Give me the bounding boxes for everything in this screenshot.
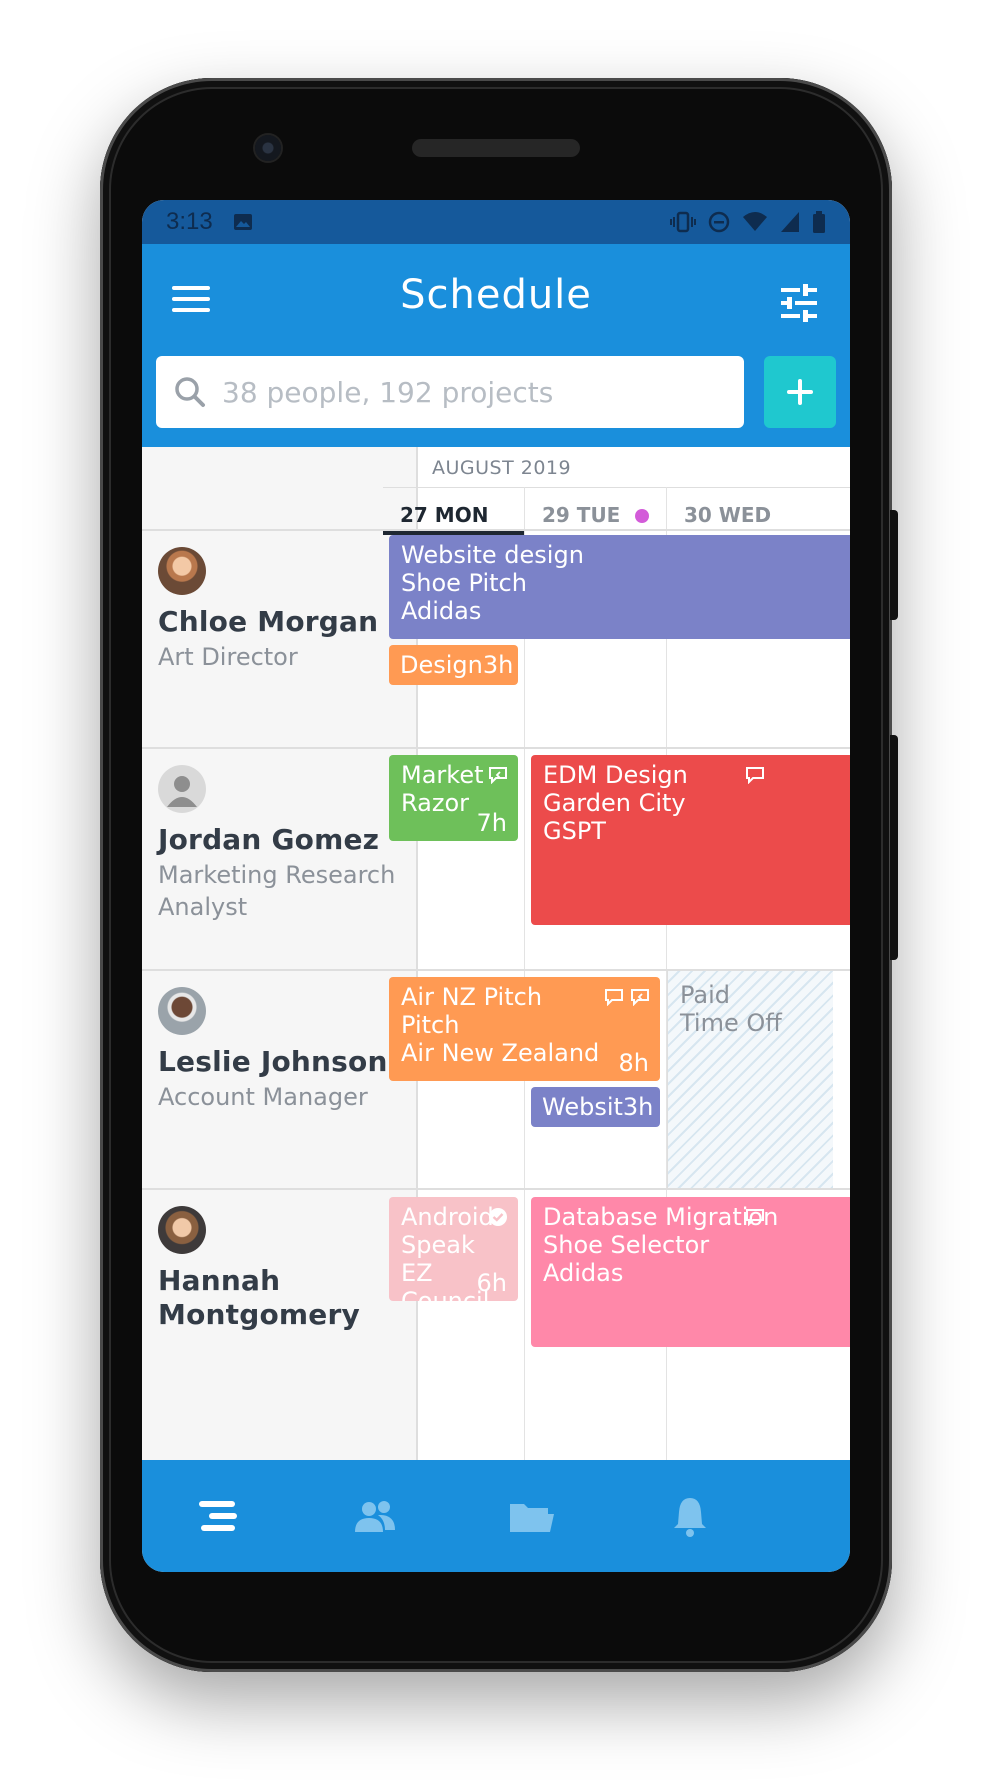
schedule-grid: AUGUST 2019 27 MON 29 TUE 30 WED Chloe M… bbox=[142, 447, 850, 1460]
filter-button[interactable] bbox=[778, 282, 820, 324]
search-input[interactable] bbox=[222, 375, 702, 409]
image-notification-icon bbox=[233, 214, 252, 230]
comment-icon bbox=[746, 767, 764, 784]
nav-people[interactable] bbox=[345, 1492, 405, 1542]
add-button[interactable] bbox=[764, 356, 836, 428]
battery-icon bbox=[813, 211, 825, 233]
month-label: AUGUST 2019 bbox=[432, 457, 572, 479]
do-not-disturb-icon bbox=[708, 211, 730, 233]
nav-notifications[interactable] bbox=[660, 1492, 720, 1542]
person-row-chloe-morgan[interactable]: Chloe Morgan Art Director bbox=[142, 531, 418, 747]
event-dot-magenta bbox=[635, 509, 650, 523]
nav-projects[interactable] bbox=[502, 1492, 562, 1542]
page-title: Schedule bbox=[400, 272, 592, 318]
person-role: Account Manager bbox=[158, 1083, 368, 1111]
allocation-client: Adidas bbox=[543, 1259, 624, 1287]
person-name: Chloe Morgan bbox=[158, 605, 379, 638]
nav-schedule[interactable] bbox=[188, 1492, 248, 1542]
allocation-task: Design bbox=[400, 651, 483, 679]
cell-signal-icon bbox=[781, 212, 799, 232]
allocation-task: EDM Design bbox=[543, 761, 688, 789]
avatar bbox=[158, 547, 206, 595]
allocation-task: Database Migration bbox=[543, 1203, 779, 1231]
projects-folder-icon bbox=[510, 1504, 554, 1532]
vibrate-icon bbox=[670, 211, 696, 233]
allocation-task: Websit bbox=[542, 1093, 623, 1121]
allocation-client: Air New Zealand bbox=[401, 1039, 600, 1067]
header-divider bbox=[383, 487, 850, 488]
person-role: Art Director bbox=[158, 643, 298, 671]
day-label: 29 TUE bbox=[542, 503, 621, 527]
person-name: Jordan Gomez bbox=[158, 823, 380, 856]
comment-reply-icon bbox=[631, 989, 649, 1006]
person-role: Marketing Research Analyst bbox=[158, 861, 396, 921]
comment-icon bbox=[746, 1209, 764, 1226]
people-icon bbox=[355, 1501, 395, 1532]
filter-sliders-icon bbox=[781, 284, 817, 322]
avatar bbox=[158, 1206, 206, 1254]
wifi-icon bbox=[743, 212, 767, 231]
search-icon bbox=[175, 377, 205, 407]
search-bar[interactable] bbox=[156, 356, 744, 428]
allocation-card[interactable]: EDM Design Garden City GSPT bbox=[531, 755, 850, 925]
person-name: Leslie Johnson bbox=[158, 1045, 388, 1078]
app-screen: 3:13 Schedule 38 people, 192 projects AU… bbox=[142, 200, 850, 1572]
comment-reply-icon bbox=[489, 767, 507, 784]
avatar bbox=[158, 987, 206, 1035]
allocation-card[interactable]: Database Migration Shoe Selector Adidas bbox=[531, 1197, 850, 1347]
person-name: Hannah Montgomery bbox=[158, 1264, 360, 1331]
allocation-project: Shoe Pitch bbox=[401, 569, 527, 597]
allocation-hours: 8h bbox=[618, 1049, 649, 1077]
allocation-hours: 7h bbox=[476, 809, 507, 837]
completed-check-icon bbox=[489, 1208, 507, 1226]
allocation-client: Adidas bbox=[401, 597, 482, 625]
person-row-jordan-gomez[interactable]: Jordan Gomez Marketing Research Analyst bbox=[142, 749, 418, 969]
person-row-leslie-johnson[interactable]: Leslie Johnson Account Manager bbox=[142, 971, 418, 1188]
allocation-project: Shoe Selector bbox=[543, 1231, 710, 1259]
allocation-task: Website design bbox=[401, 541, 584, 569]
person-row-hannah-montgomery[interactable]: Hannah Montgomery bbox=[142, 1190, 418, 1460]
allocation-card[interactable]: Design 3h bbox=[389, 645, 518, 685]
allocation-card[interactable]: Websit 3h bbox=[531, 1087, 660, 1127]
time-off-label: Paid bbox=[680, 981, 731, 1009]
time-off-block[interactable]: Paid Time Off bbox=[667, 971, 833, 1188]
allocation-hours: 3h bbox=[482, 651, 514, 679]
earpiece-speaker bbox=[412, 139, 580, 157]
allocation-hours: 6h bbox=[476, 1269, 507, 1297]
default-avatar-icon bbox=[158, 765, 206, 813]
allocation-project: Pitch bbox=[401, 1011, 460, 1039]
app-bar: Schedule bbox=[142, 244, 850, 447]
allocation-card[interactable]: Android Speak EZ Council 6h bbox=[389, 1197, 518, 1301]
bottom-navigation bbox=[142, 1460, 850, 1572]
allocation-card[interactable]: Air NZ Pitch Pitch Air New Zealand 8h bbox=[389, 977, 660, 1081]
allocation-client: GSPT bbox=[543, 817, 606, 845]
time-off-label: Time Off bbox=[680, 1009, 782, 1037]
volume-button bbox=[890, 735, 898, 960]
allocation-card[interactable]: Website design Shoe Pitch Adidas bbox=[389, 535, 850, 639]
comment-icon bbox=[605, 989, 623, 1006]
schedule-icon bbox=[199, 1501, 237, 1531]
notifications-bell-icon bbox=[674, 1498, 706, 1537]
status-bar: 3:13 bbox=[142, 200, 850, 244]
allocation-project: Garden City bbox=[543, 789, 686, 817]
front-camera bbox=[255, 135, 281, 161]
status-time: 3:13 bbox=[166, 208, 213, 235]
allocation-card[interactable]: Market Razor 7h bbox=[389, 755, 518, 841]
allocation-hours: 3h bbox=[622, 1093, 654, 1121]
power-button bbox=[890, 510, 898, 620]
